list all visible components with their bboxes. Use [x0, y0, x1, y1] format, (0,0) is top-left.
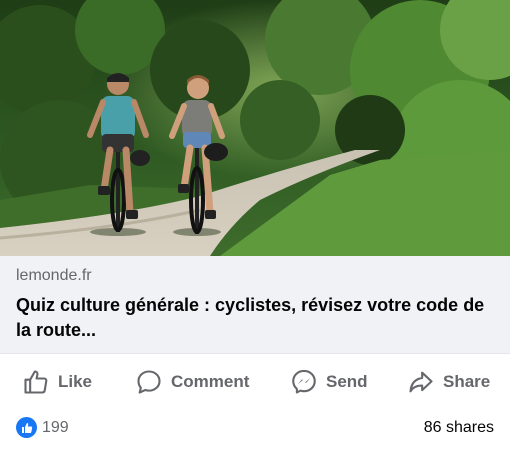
thumbs-up-icon — [21, 422, 32, 433]
action-bar: Like Comment Send Share — [0, 353, 510, 411]
share-button[interactable]: Share — [407, 366, 490, 398]
post-image[interactable] — [0, 0, 510, 256]
link-post: lemonde.fr Quiz culture générale : cycli… — [0, 0, 510, 451]
link-preview[interactable]: lemonde.fr Quiz culture générale : cycli… — [0, 256, 510, 353]
share-count[interactable]: 86 shares — [424, 418, 494, 438]
link-domain: lemonde.fr — [16, 267, 92, 284]
send-label: Send — [326, 372, 368, 391]
cyclists-photo — [0, 0, 510, 256]
reaction-count[interactable]: 199 — [42, 418, 69, 438]
thumbs-up-icon — [24, 370, 48, 394]
comment-label: Comment — [171, 372, 250, 391]
like-button[interactable]: Like — [22, 366, 92, 398]
share-label: Share — [443, 372, 491, 391]
share-arrow-icon — [409, 371, 433, 393]
messenger-icon — [292, 369, 316, 394]
send-button[interactable]: Send — [290, 366, 368, 398]
comment-bubble-icon — [137, 370, 161, 394]
like-reaction-icon[interactable] — [16, 417, 37, 438]
comment-button[interactable]: Comment — [135, 366, 249, 398]
link-headline[interactable]: Quiz culture générale : cyclistes, révis… — [16, 293, 501, 343]
like-label: Like — [58, 372, 93, 391]
post-stats: 199 86 shares — [0, 411, 510, 451]
